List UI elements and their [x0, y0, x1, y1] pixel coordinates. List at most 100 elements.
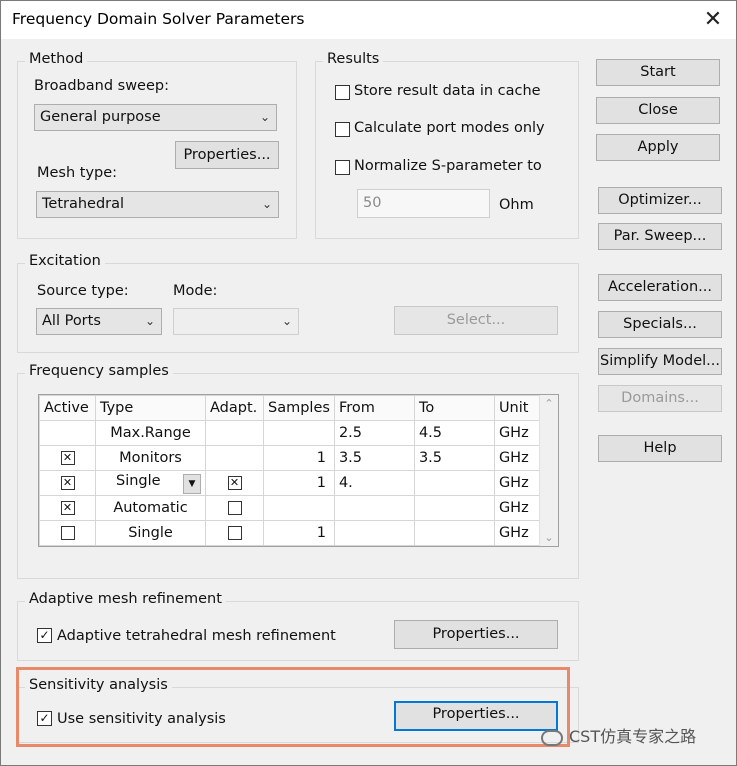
table-row[interactable]: ✕ Monitors 1 3.5 3.5 GHz — [39, 445, 545, 471]
active-cell[interactable] — [39, 520, 96, 546]
adaptive-properties-button[interactable]: Properties... — [394, 620, 558, 649]
results-group-label: Results — [323, 51, 384, 67]
adapt-checkbox[interactable] — [227, 501, 242, 515]
samples-cell[interactable] — [263, 495, 335, 521]
active-checkbox[interactable]: ✕ — [60, 501, 75, 515]
active-cell[interactable]: ✕ — [39, 495, 96, 521]
specials-button[interactable]: Specials... — [598, 311, 722, 338]
domains-button[interactable]: Domains... — [598, 385, 722, 412]
from-cell[interactable] — [333, 520, 415, 546]
store-cache-label: Store result data in cache — [354, 83, 541, 99]
table-row[interactable]: Max.Range 2.5 4.5 GHz — [39, 420, 545, 446]
highlight-box — [16, 667, 570, 747]
broadband-sweep-select[interactable]: General purpose ⌄ — [34, 104, 277, 131]
active-cell[interactable]: ✕ — [39, 470, 96, 496]
close-window-icon[interactable]: ✕ — [700, 7, 726, 33]
port-modes-checkbox[interactable] — [335, 122, 350, 137]
unit-cell[interactable]: GHz — [493, 495, 545, 521]
table-scrollbar[interactable]: ⌃ ⌄ — [539, 395, 558, 546]
start-button[interactable]: Start — [596, 59, 720, 86]
from-cell[interactable] — [333, 495, 415, 521]
type-cell[interactable]: Automatic — [95, 495, 206, 521]
scroll-down-icon[interactable]: ⌄ — [540, 531, 558, 544]
par-sweep-button[interactable]: Par. Sweep... — [598, 223, 722, 250]
column-header[interactable]: Samples — [263, 395, 335, 421]
column-header[interactable]: Active — [39, 395, 96, 421]
active-checkbox[interactable]: ✕ — [60, 476, 75, 490]
frequency-samples-table[interactable]: Active Type Adapt. Samples From To Unit … — [38, 394, 559, 547]
to-cell[interactable]: 3.5 — [413, 445, 495, 471]
adapt-cell[interactable] — [205, 445, 264, 471]
adapt-checkbox[interactable]: ✕ — [227, 476, 242, 490]
active-cell[interactable] — [39, 420, 96, 446]
normalize-label: Normalize S-parameter to — [354, 158, 542, 174]
active-cell[interactable]: ✕ — [39, 445, 96, 471]
column-header[interactable]: From — [333, 395, 415, 421]
from-cell[interactable]: 2.5 — [333, 420, 415, 446]
simplify-model-button[interactable]: Simplify Model... — [598, 348, 722, 375]
unit-cell[interactable]: GHz — [493, 520, 545, 546]
wechat-icon — [541, 729, 563, 746]
from-cell[interactable]: 3.5 — [333, 445, 415, 471]
mesh-type-select[interactable]: Tetrahedral ⌄ — [36, 191, 279, 218]
to-cell[interactable] — [413, 470, 495, 496]
table-row[interactable]: ✕ Single ▼ ✕ 1 4. GHz — [39, 470, 545, 496]
adapt-cell[interactable] — [205, 420, 264, 446]
table-row[interactable]: Single 1 GHz — [39, 520, 545, 546]
watermark: CST仿真专家之路 — [541, 723, 696, 747]
scroll-up-icon[interactable]: ⌃ — [540, 397, 558, 410]
adapt-cell[interactable] — [205, 520, 264, 546]
samples-cell[interactable]: 1 — [263, 445, 335, 471]
apply-button[interactable]: Apply — [596, 134, 720, 161]
unit-cell[interactable]: GHz — [493, 445, 545, 471]
adapt-checkbox[interactable] — [227, 526, 242, 540]
method-properties-button[interactable]: Properties... — [175, 141, 279, 169]
adapt-cell[interactable] — [205, 495, 264, 521]
normalize-checkbox[interactable] — [335, 160, 350, 175]
type-cell[interactable]: Single — [95, 520, 206, 546]
type-cell[interactable]: Max.Range — [95, 420, 206, 446]
ohm-unit-label: Ohm — [499, 197, 534, 213]
active-checkbox[interactable] — [60, 526, 75, 540]
normalize-impedance-input[interactable]: 50 — [357, 189, 490, 218]
from-cell[interactable]: 4. — [333, 470, 415, 496]
window-title: Frequency Domain Solver Parameters — [12, 10, 305, 28]
help-button[interactable]: Help — [598, 435, 722, 462]
type-cell[interactable]: Single ▼ — [95, 470, 206, 496]
close-button[interactable]: Close — [596, 97, 720, 124]
to-cell[interactable] — [413, 495, 495, 521]
unit-cell[interactable]: GHz — [493, 420, 545, 446]
dropdown-arrow-icon[interactable]: ▼ — [183, 473, 201, 494]
to-cell[interactable] — [413, 520, 495, 546]
unit-cell[interactable]: GHz — [493, 470, 545, 496]
mode-select[interactable]: ⌄ — [173, 308, 299, 335]
type-value: Single — [116, 472, 161, 489]
table-row[interactable]: ✕ Automatic GHz — [39, 495, 545, 521]
acceleration-button[interactable]: Acceleration... — [598, 274, 722, 301]
type-cell[interactable]: Monitors — [95, 445, 206, 471]
chevron-down-icon: ⌄ — [144, 314, 155, 328]
active-checkbox[interactable]: ✕ — [60, 451, 75, 465]
method-group-label: Method — [25, 51, 88, 67]
column-header[interactable]: Unit — [493, 395, 545, 421]
select-ports-button[interactable]: Select... — [394, 306, 558, 335]
store-cache-checkbox[interactable] — [335, 85, 350, 100]
watermark-text: CST仿真专家之路 — [569, 727, 697, 746]
to-cell[interactable]: 4.5 — [413, 420, 495, 446]
mesh-type-value: Tetrahedral — [42, 196, 125, 212]
column-header[interactable]: To — [413, 395, 495, 421]
port-modes-label: Calculate port modes only — [354, 120, 545, 136]
column-header[interactable]: Adapt. — [205, 395, 264, 421]
adapt-cell[interactable]: ✕ — [205, 470, 264, 496]
source-type-value: All Ports — [42, 313, 101, 329]
adaptive-mesh-checkbox[interactable]: ✓ — [37, 628, 52, 643]
samples-cell[interactable]: 1 — [263, 470, 335, 496]
mesh-type-label: Mesh type: — [37, 165, 118, 181]
samples-cell[interactable] — [263, 420, 335, 446]
optimizer-button[interactable]: Optimizer... — [598, 187, 722, 214]
excitation-group-label: Excitation — [25, 253, 105, 269]
column-header[interactable]: Type — [95, 395, 206, 421]
samples-cell[interactable]: 1 — [263, 520, 335, 546]
table-header: Active Type Adapt. Samples From To Unit — [39, 395, 545, 421]
source-type-select[interactable]: All Ports ⌄ — [36, 308, 162, 335]
